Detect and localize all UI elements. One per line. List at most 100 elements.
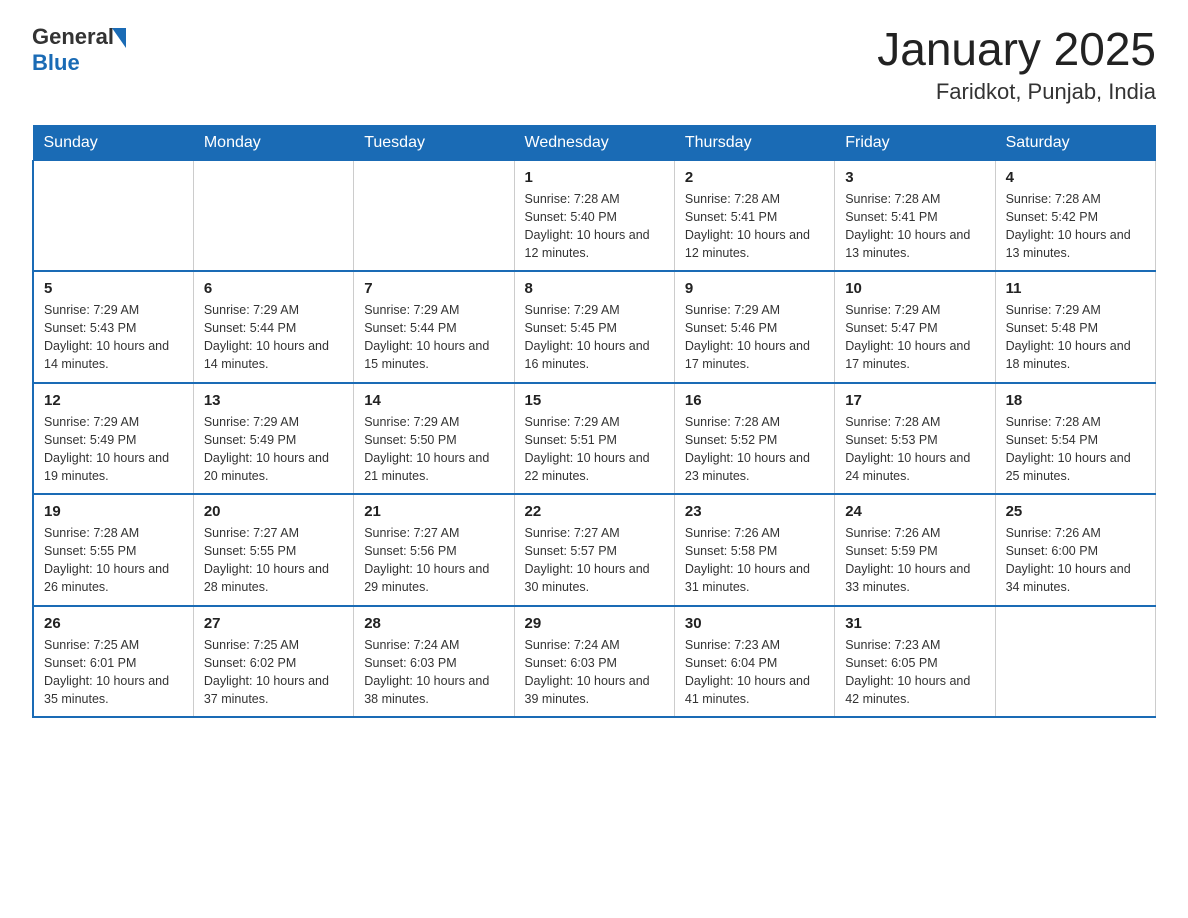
day-info: Sunrise: 7:24 AM Sunset: 6:03 PM Dayligh… xyxy=(364,636,503,709)
logo-icon: General Blue xyxy=(32,24,126,76)
table-row: 29Sunrise: 7:24 AM Sunset: 6:03 PM Dayli… xyxy=(514,606,674,718)
logo: General Blue xyxy=(32,24,126,76)
day-info: Sunrise: 7:29 AM Sunset: 5:44 PM Dayligh… xyxy=(364,301,503,374)
day-number: 9 xyxy=(685,280,824,297)
table-row: 13Sunrise: 7:29 AM Sunset: 5:49 PM Dayli… xyxy=(193,383,353,495)
table-row: 20 Sunrise: 7:27 AM Sunset: 5:55 PM Dayli… xyxy=(193,494,353,606)
table-row: 28 Sunrise: 7:24 AM Sunset: 6:03 PM Dayli… xyxy=(354,606,514,718)
table-row: 4Sunrise: 7:28 AM Sunset: 5:42 PM Daylig… xyxy=(995,160,1155,271)
col-saturday: Saturday xyxy=(995,125,1155,160)
table-row: 31Sunrise: 7:23 AM Sunset: 6:05 PM Dayli… xyxy=(835,606,995,718)
calendar-week-row: 1 Sunrise: 7:28 AM Sunset: 5:40 PM Daylig… xyxy=(33,160,1156,271)
day-info: Sunrise: 7:29 AM Sunset: 5:45 PM Dayligh… xyxy=(525,301,664,374)
day-info: Sunrise: 7:25 AM Sunset: 6:01 PM Dayligh… xyxy=(44,636,183,709)
day-number: 11 xyxy=(1006,280,1145,297)
day-info: Sunrise: 7:29 AM Sunset: 5:50 PM Dayligh… xyxy=(364,413,503,486)
table-row: 10 Sunrise: 7:29 AM Sunset: 5:47 PM Dayli… xyxy=(835,271,995,383)
table-row: 22 Sunrise: 7:27 AM Sunset: 5:57 PM Dayli… xyxy=(514,494,674,606)
page-header: General Blue January 2025 Faridkot, Punj… xyxy=(32,24,1156,105)
table-row: 5 Sunrise: 7:29 AM Sunset: 5:43 PM Daylig… xyxy=(33,271,193,383)
table-row: 24 Sunrise: 7:26 AM Sunset: 5:59 PM Dayli… xyxy=(835,494,995,606)
day-number: 19 xyxy=(44,503,183,520)
table-row xyxy=(33,160,193,271)
table-row xyxy=(354,160,514,271)
day-number: 6 xyxy=(204,280,343,297)
day-info: Sunrise: 7:28 AM Sunset: 5:55 PM Dayligh… xyxy=(44,524,183,597)
day-info: Sunrise: 7:29 AM Sunset: 5:47 PM Dayligh… xyxy=(845,301,984,374)
table-row: 7Sunrise: 7:29 AM Sunset: 5:44 PM Daylig… xyxy=(354,271,514,383)
day-number: 28 xyxy=(364,615,503,632)
day-info: Sunrise: 7:27 AM Sunset: 5:55 PM Dayligh… xyxy=(204,524,343,597)
day-info: Sunrise: 7:23 AM Sunset: 6:04 PM Dayligh… xyxy=(685,636,824,709)
day-number: 10 xyxy=(845,280,984,297)
table-row: 25Sunrise: 7:26 AM Sunset: 6:00 PM Dayli… xyxy=(995,494,1155,606)
day-number: 5 xyxy=(44,280,183,297)
day-number: 3 xyxy=(845,169,984,186)
calendar-header-row: Sunday Monday Tuesday Wednesday Thursday… xyxy=(33,125,1156,160)
table-row: 19 Sunrise: 7:28 AM Sunset: 5:55 PM Dayli… xyxy=(33,494,193,606)
day-info: Sunrise: 7:28 AM Sunset: 5:53 PM Dayligh… xyxy=(845,413,984,486)
day-info: Sunrise: 7:26 AM Sunset: 5:58 PM Dayligh… xyxy=(685,524,824,597)
table-row: 9 Sunrise: 7:29 AM Sunset: 5:46 PM Daylig… xyxy=(674,271,834,383)
table-row: 16 Sunrise: 7:28 AM Sunset: 5:52 PM Dayli… xyxy=(674,383,834,495)
day-number: 23 xyxy=(685,503,824,520)
col-monday: Monday xyxy=(193,125,353,160)
table-row: 11 Sunrise: 7:29 AM Sunset: 5:48 PM Dayli… xyxy=(995,271,1155,383)
day-number: 20 xyxy=(204,503,343,520)
day-number: 24 xyxy=(845,503,984,520)
day-info: Sunrise: 7:29 AM Sunset: 5:49 PM Dayligh… xyxy=(204,413,343,486)
day-info: Sunrise: 7:29 AM Sunset: 5:51 PM Dayligh… xyxy=(525,413,664,486)
day-info: Sunrise: 7:28 AM Sunset: 5:41 PM Dayligh… xyxy=(685,190,824,263)
day-number: 30 xyxy=(685,615,824,632)
day-info: Sunrise: 7:28 AM Sunset: 5:41 PM Dayligh… xyxy=(845,190,984,263)
col-tuesday: Tuesday xyxy=(354,125,514,160)
table-row xyxy=(995,606,1155,718)
col-friday: Friday xyxy=(835,125,995,160)
day-number: 1 xyxy=(525,169,664,186)
day-info: Sunrise: 7:26 AM Sunset: 5:59 PM Dayligh… xyxy=(845,524,984,597)
day-number: 16 xyxy=(685,392,824,409)
day-number: 31 xyxy=(845,615,984,632)
calendar-table: Sunday Monday Tuesday Wednesday Thursday… xyxy=(32,125,1156,719)
calendar-title: January 2025 xyxy=(877,24,1156,75)
calendar-week-row: 5 Sunrise: 7:29 AM Sunset: 5:43 PM Daylig… xyxy=(33,271,1156,383)
table-row: 15 Sunrise: 7:29 AM Sunset: 5:51 PM Dayli… xyxy=(514,383,674,495)
table-row: 1 Sunrise: 7:28 AM Sunset: 5:40 PM Daylig… xyxy=(514,160,674,271)
table-row: 2Sunrise: 7:28 AM Sunset: 5:41 PM Daylig… xyxy=(674,160,834,271)
day-number: 21 xyxy=(364,503,503,520)
day-info: Sunrise: 7:27 AM Sunset: 5:57 PM Dayligh… xyxy=(525,524,664,597)
table-row: 17 Sunrise: 7:28 AM Sunset: 5:53 PM Dayli… xyxy=(835,383,995,495)
day-info: Sunrise: 7:27 AM Sunset: 5:56 PM Dayligh… xyxy=(364,524,503,597)
day-info: Sunrise: 7:29 AM Sunset: 5:48 PM Dayligh… xyxy=(1006,301,1145,374)
day-number: 26 xyxy=(44,615,183,632)
table-row: 18 Sunrise: 7:28 AM Sunset: 5:54 PM Dayli… xyxy=(995,383,1155,495)
day-number: 4 xyxy=(1006,169,1145,186)
logo-general-text: General xyxy=(32,24,114,50)
day-number: 17 xyxy=(845,392,984,409)
table-row: 14Sunrise: 7:29 AM Sunset: 5:50 PM Dayli… xyxy=(354,383,514,495)
calendar-week-row: 19 Sunrise: 7:28 AM Sunset: 5:55 PM Dayli… xyxy=(33,494,1156,606)
col-wednesday: Wednesday xyxy=(514,125,674,160)
day-number: 27 xyxy=(204,615,343,632)
table-row: 23 Sunrise: 7:26 AM Sunset: 5:58 PM Dayli… xyxy=(674,494,834,606)
calendar-body: 1 Sunrise: 7:28 AM Sunset: 5:40 PM Daylig… xyxy=(33,160,1156,717)
day-info: Sunrise: 7:25 AM Sunset: 6:02 PM Dayligh… xyxy=(204,636,343,709)
day-info: Sunrise: 7:29 AM Sunset: 5:49 PM Dayligh… xyxy=(44,413,183,486)
logo-blue-text: Blue xyxy=(32,50,80,76)
day-info: Sunrise: 7:28 AM Sunset: 5:54 PM Dayligh… xyxy=(1006,413,1145,486)
day-info: Sunrise: 7:28 AM Sunset: 5:40 PM Dayligh… xyxy=(525,190,664,263)
calendar-week-row: 12Sunrise: 7:29 AM Sunset: 5:49 PM Dayli… xyxy=(33,383,1156,495)
calendar-subtitle: Faridkot, Punjab, India xyxy=(877,79,1156,105)
day-number: 15 xyxy=(525,392,664,409)
day-number: 18 xyxy=(1006,392,1145,409)
day-info: Sunrise: 7:29 AM Sunset: 5:43 PM Dayligh… xyxy=(44,301,183,374)
day-info: Sunrise: 7:29 AM Sunset: 5:46 PM Dayligh… xyxy=(685,301,824,374)
day-number: 22 xyxy=(525,503,664,520)
table-row: 26 Sunrise: 7:25 AM Sunset: 6:01 PM Dayli… xyxy=(33,606,193,718)
day-info: Sunrise: 7:28 AM Sunset: 5:52 PM Dayligh… xyxy=(685,413,824,486)
logo-triangle-icon xyxy=(112,28,126,48)
day-info: Sunrise: 7:24 AM Sunset: 6:03 PM Dayligh… xyxy=(525,636,664,709)
table-row: 30 Sunrise: 7:23 AM Sunset: 6:04 PM Dayli… xyxy=(674,606,834,718)
col-sunday: Sunday xyxy=(33,125,193,160)
col-thursday: Thursday xyxy=(674,125,834,160)
